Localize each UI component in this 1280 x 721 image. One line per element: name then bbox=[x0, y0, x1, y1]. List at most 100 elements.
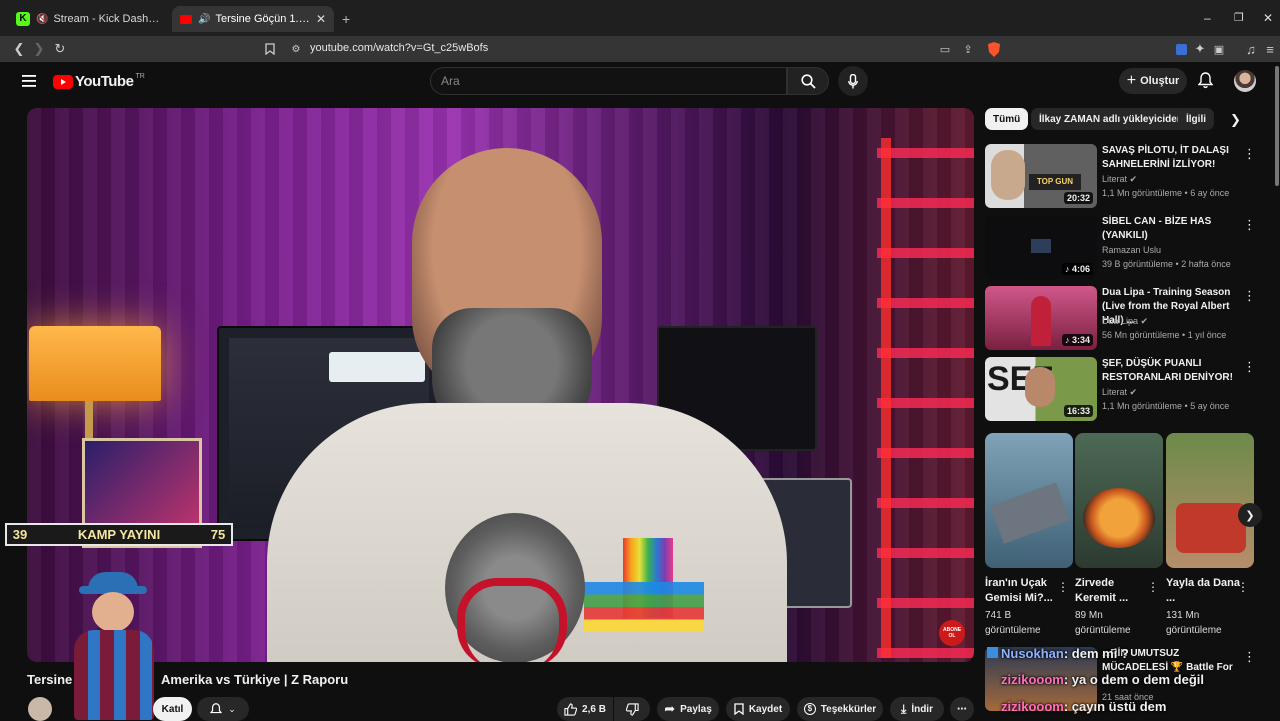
close-tab-icon[interactable]: ✕ bbox=[310, 12, 326, 26]
save-button[interactable]: Kaydet bbox=[726, 697, 790, 721]
subscription-bell-button[interactable]: ⌄ bbox=[197, 697, 249, 721]
channel-avatar[interactable] bbox=[28, 697, 52, 721]
join-button[interactable]: Katıl bbox=[153, 697, 192, 721]
video-meta: 1,1 Mn görüntüleme • 6 ay önce bbox=[1102, 188, 1230, 198]
shorts-next-button[interactable]: ❯ bbox=[1238, 503, 1262, 527]
short-thumbnail[interactable] bbox=[1166, 433, 1254, 568]
search-button[interactable] bbox=[787, 67, 829, 95]
chip-from-uploader[interactable]: İlkay ZAMAN adlı yükleyiciden bbox=[1031, 108, 1191, 130]
search-input[interactable]: Ara bbox=[430, 67, 787, 95]
reload-icon[interactable]: ↻ bbox=[51, 40, 69, 58]
video-title[interactable]: SAVAŞ PİLOTU, İT DALAŞI SAHNELERİNİ İZLİ… bbox=[1102, 144, 1242, 172]
share-button[interactable]: ➦ Paylaş bbox=[657, 697, 719, 721]
duration-badge: ♪ 4:06 bbox=[1061, 263, 1093, 275]
hamburger-menu-icon[interactable] bbox=[22, 74, 36, 92]
sidebar-toggle-icon[interactable]: ▣ bbox=[1210, 40, 1228, 58]
create-label: Oluştur bbox=[1140, 75, 1180, 87]
more-vertical-icon[interactable]: ⋮ bbox=[1243, 288, 1256, 304]
close-window-button[interactable]: ✕ bbox=[1263, 11, 1273, 25]
chips-next-chevron-icon[interactable]: ❯ bbox=[1230, 112, 1241, 128]
tab-title: Stream - Kick Dashboard bbox=[53, 13, 164, 25]
left-counter: 39 bbox=[12, 527, 28, 542]
thanks-button[interactable]: $ Teşekkürler bbox=[797, 697, 883, 721]
save-label: Kaydet bbox=[748, 703, 783, 715]
chevron-down-icon: ⌄ bbox=[228, 703, 236, 714]
channel-name[interactable]: Dua Lipa ✔ bbox=[1102, 316, 1148, 327]
like-button[interactable]: 2,6 B bbox=[557, 697, 613, 721]
recommendation-card[interactable]: SEF 16:33 ŞEF, DÜŞÜK PUANLI RESTORANLARI… bbox=[985, 357, 1256, 423]
channel-name[interactable]: Ramazan Uslu bbox=[1102, 245, 1161, 255]
video-title: Amerika vs Türkiye | Z Raporu bbox=[161, 672, 349, 687]
video-title[interactable]: SİBEL CAN - BİZE HAS (YANKILI) bbox=[1102, 215, 1242, 243]
video-thumbnail[interactable]: TOP GUN 20:32 bbox=[985, 144, 1097, 208]
forward-icon[interactable]: ❯ bbox=[30, 40, 48, 58]
more-actions-button[interactable]: ⋯ bbox=[950, 697, 974, 721]
voice-search-button[interactable] bbox=[838, 66, 868, 96]
video-thumbnail[interactable]: ♪ 4:06 bbox=[985, 215, 1097, 279]
duration-badge: 16:33 bbox=[1063, 405, 1093, 417]
tab-youtube-video[interactable]: 🔊 Tersine Göçün 1. Yılı | Amerika ✕ bbox=[172, 6, 334, 32]
recommendation-card[interactable]: ♪ 4:06 SİBEL CAN - BİZE HAS (YANKILI) Ra… bbox=[985, 215, 1256, 281]
recommendation-card[interactable]: TOP GUN 20:32 SAVAŞ PİLOTU, İT DALAŞI SA… bbox=[985, 144, 1256, 210]
dislike-button[interactable] bbox=[614, 697, 650, 721]
video-title[interactable]: ŞEF, DÜŞÜK PUANLI RESTORANLARI DENİYOR! bbox=[1102, 357, 1242, 385]
extension-icon[interactable] bbox=[1172, 40, 1190, 58]
logo-text: YouTube bbox=[75, 73, 134, 90]
video-thumbnail[interactable]: SEF 16:33 bbox=[985, 357, 1097, 421]
short-title[interactable]: Yayla da Dana ... bbox=[1166, 576, 1244, 606]
region-code: TR bbox=[135, 73, 145, 80]
user-avatar[interactable] bbox=[1234, 70, 1256, 92]
menu-icon[interactable]: ≡ bbox=[1261, 40, 1279, 58]
channel-name[interactable]: Literat ✔ bbox=[1102, 174, 1137, 185]
share-page-icon[interactable]: ⇪ bbox=[959, 40, 977, 58]
short-thumbnail[interactable] bbox=[1075, 433, 1163, 568]
maximize-button[interactable]: ❐ bbox=[1234, 11, 1244, 24]
more-vertical-icon[interactable]: ⋮ bbox=[1147, 580, 1159, 594]
recommendation-card[interactable]: ♪ 3:34 Dua Lipa - Training Season (Live … bbox=[985, 286, 1256, 352]
channel-name[interactable]: Literat ✔ bbox=[1102, 387, 1137, 398]
brave-shield-icon[interactable] bbox=[985, 40, 1003, 58]
site-info-icon[interactable]: ⚙ bbox=[287, 40, 305, 58]
thumbs-up-icon bbox=[564, 702, 578, 716]
more-vertical-icon[interactable]: ⋮ bbox=[1243, 146, 1256, 162]
speaker-icon[interactable]: 🔊 bbox=[198, 14, 210, 25]
chat-username: Nusokhan bbox=[1001, 646, 1064, 661]
create-button[interactable]: + Oluştur bbox=[1119, 68, 1187, 94]
save-bookmark-icon bbox=[734, 703, 744, 715]
more-vertical-icon[interactable]: ⋮ bbox=[1237, 580, 1249, 594]
youtube-logo[interactable]: YouTube TR bbox=[53, 73, 145, 90]
cast-icon[interactable]: ▭ bbox=[936, 40, 954, 58]
more-vertical-icon[interactable]: ⋮ bbox=[1057, 580, 1069, 594]
short-title[interactable]: Zirvede Keremit ... bbox=[1075, 576, 1153, 606]
download-button[interactable]: ⤓ İndir bbox=[890, 697, 944, 721]
address-bar[interactable]: youtube.com/watch?v=Gt_c25wBofs bbox=[310, 42, 488, 54]
new-tab-button[interactable]: + bbox=[342, 11, 350, 27]
more-horizontal-icon: ⋯ bbox=[957, 703, 967, 715]
bookmark-icon[interactable] bbox=[261, 40, 279, 58]
video-player[interactable]: ABONE OL bbox=[27, 108, 974, 662]
chat-text: : çayın üstü dem bbox=[1063, 699, 1167, 714]
minimize-button[interactable]: – bbox=[1204, 11, 1211, 25]
more-vertical-icon[interactable]: ⋮ bbox=[1243, 217, 1256, 233]
music-icon[interactable]: ♫ bbox=[1242, 40, 1260, 58]
short-title[interactable]: İran'ın Uçak Gemisi Mi?... bbox=[985, 576, 1063, 606]
more-vertical-icon[interactable]: ⋮ bbox=[1243, 359, 1256, 375]
chat-message: zizikooom: ya o dem o dem değil bbox=[1001, 672, 1204, 687]
page-scrollbar[interactable] bbox=[1275, 66, 1279, 186]
more-vertical-icon[interactable]: ⋮ bbox=[1243, 649, 1256, 665]
notifications-bell-icon[interactable] bbox=[1197, 72, 1214, 94]
subscribe-badge[interactable]: ABONE OL bbox=[939, 620, 965, 646]
tab-kick-dashboard[interactable]: K 🔇 Stream - Kick Dashboard bbox=[8, 6, 172, 32]
chip-all[interactable]: Tümü bbox=[985, 108, 1029, 130]
back-icon[interactable]: ❮ bbox=[10, 40, 28, 58]
video-meta: 1,1 Mn görüntüleme • 5 ay önce bbox=[1102, 401, 1230, 411]
chat-badge-icon bbox=[987, 647, 998, 658]
chat-text: : ya o dem o dem değil bbox=[1063, 672, 1204, 687]
chip-related[interactable]: İlgili bbox=[1178, 108, 1214, 130]
lamp-shade bbox=[29, 326, 161, 401]
muted-speaker-icon[interactable]: 🔇 bbox=[36, 14, 48, 25]
puzzle-extensions-icon[interactable]: ✦ bbox=[1191, 40, 1209, 58]
video-thumbnail[interactable]: ♪ 3:34 bbox=[985, 286, 1097, 350]
short-thumbnail[interactable] bbox=[985, 433, 1073, 568]
music-note-icon: ♪ bbox=[1064, 335, 1072, 345]
